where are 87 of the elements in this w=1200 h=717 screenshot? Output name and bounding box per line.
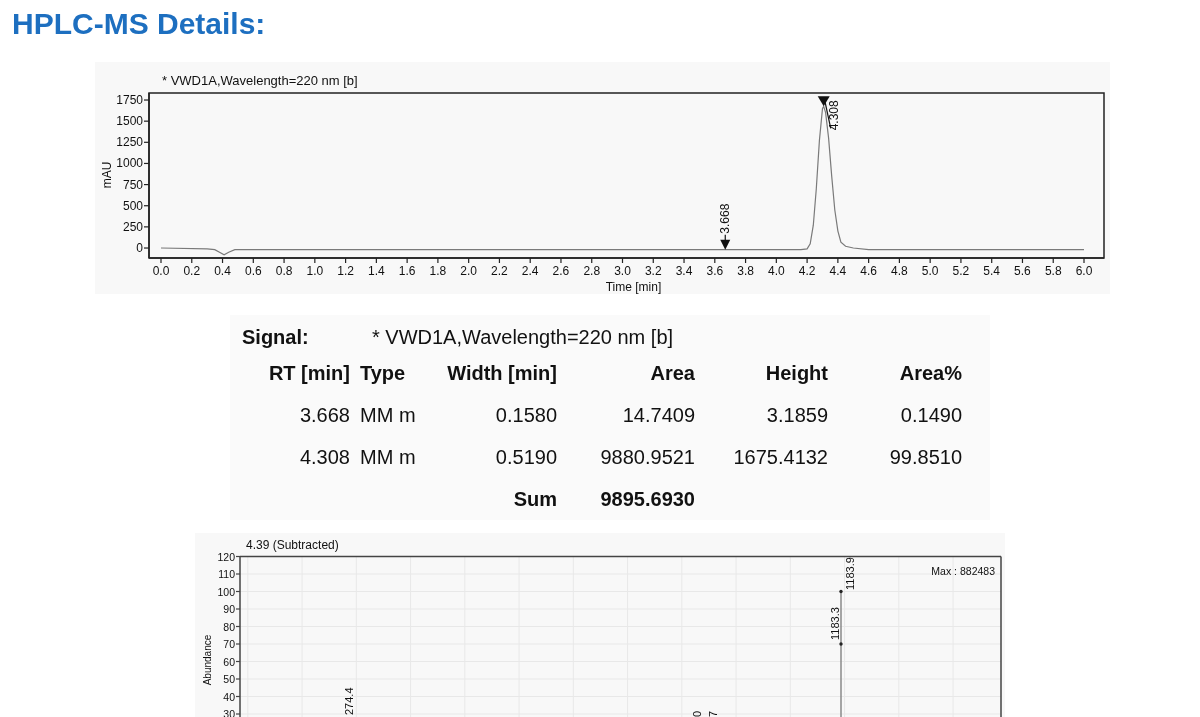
peak-label: 7 — [707, 710, 719, 717]
table-cell: 4.308 — [299, 446, 350, 468]
peak-label: 1183.9 — [844, 557, 856, 590]
x-tick-label: 5.4 — [983, 264, 1001, 278]
x-tick-label: 4.2 — [798, 264, 816, 278]
peak-label: 0 — [691, 710, 703, 717]
x-tick-label: 1.6 — [398, 264, 416, 278]
table-cell: 1675.4132 — [733, 446, 828, 468]
y-tick-label: 70 — [223, 638, 235, 650]
x-tick-label: 2.6 — [552, 264, 570, 278]
y-tick-label: 120 — [217, 550, 235, 563]
y-tick-label: 750 — [122, 177, 143, 192]
column-header: Type — [360, 362, 406, 384]
column-header: Width [min] — [447, 362, 557, 384]
y-tick-label: 1250 — [116, 135, 143, 150]
peak-marker-icon — [839, 589, 843, 594]
peak-label: 4.308 — [826, 100, 841, 131]
y-tick-label: 60 — [223, 655, 235, 668]
x-tick-label: 0.0 — [152, 264, 170, 278]
y-tick-label: 250 — [122, 219, 143, 234]
x-tick-label: 4.8 — [891, 264, 908, 278]
y-tick-label: 1500 — [116, 114, 143, 129]
x-tick-label: 0.2 — [183, 264, 201, 278]
column-header: Area% — [899, 362, 962, 384]
page-title: HPLC-MS Details: — [12, 8, 266, 40]
column-header: Height — [765, 362, 828, 384]
table-cell: 9880.9521 — [600, 446, 695, 468]
x-tick-label: 0.4 — [214, 264, 231, 278]
x-tick-label: 2.4 — [521, 264, 539, 278]
x-tick-label: 2.2 — [491, 264, 508, 278]
x-tick-label: 3.2 — [644, 264, 662, 278]
chart-title: 4.39 (Subtracted) — [246, 538, 339, 552]
x-tick-label: 3.6 — [706, 264, 724, 278]
table-cell: MM m — [360, 446, 416, 468]
peak-marker-icon — [839, 642, 843, 646]
table-cell: 0.5190 — [495, 446, 557, 468]
table-cell: 3.1859 — [766, 404, 828, 426]
y-tick-label: 0 — [136, 241, 143, 255]
y-tick-label: 80 — [223, 620, 235, 633]
y-tick-label: 100 — [217, 585, 235, 598]
x-tick-label: 3.0 — [614, 264, 631, 278]
table-cell: MM m — [360, 404, 416, 426]
column-header: Area — [650, 362, 695, 384]
x-tick-label: 5.2 — [952, 264, 970, 278]
peak-label: 274.4 — [343, 687, 355, 715]
y-tick-label: 500 — [122, 198, 143, 213]
x-tick-label: 4.6 — [860, 264, 877, 278]
x-tick-label: 1.2 — [337, 264, 354, 278]
x-tick-label: 1.8 — [429, 264, 447, 278]
x-tick-label: 3.8 — [737, 264, 754, 278]
x-tick-label: 1.4 — [368, 264, 385, 278]
peak-marker-icon — [720, 234, 731, 250]
y-tick-label: 1750 — [116, 93, 143, 107]
x-tick-label: 0.6 — [244, 264, 262, 278]
table-cell: 3.668 — [299, 404, 350, 426]
signal-value: * VWD1A,Wavelength=220 nm [b] — [372, 325, 674, 350]
peak-label: 1183.3 — [829, 607, 841, 640]
table-cell: 0.1490 — [900, 404, 962, 426]
chart-title: * VWD1A,Wavelength=220 nm [b] — [162, 72, 358, 88]
x-tick-label: 2.0 — [460, 264, 477, 278]
y-tick-label: 90 — [223, 603, 235, 615]
y-axis-label: mAU — [100, 161, 114, 189]
x-tick-label: 1.0 — [306, 264, 324, 278]
x-tick-label: 0.8 — [275, 264, 293, 278]
table-cell: 0.1580 — [495, 404, 557, 426]
y-tick-label: 40 — [223, 690, 235, 703]
table-cell: 14.7409 — [622, 404, 695, 426]
sum-value: 9895.6930 — [600, 488, 695, 510]
peak-label: 3.668 — [718, 203, 733, 234]
x-tick-label: 3.4 — [675, 264, 693, 278]
y-axis-label: Abundance — [201, 634, 213, 686]
table-cell: 99.8510 — [889, 446, 962, 468]
max-label: Max : 882483 — [931, 565, 995, 577]
x-axis-label: Time [min] — [605, 280, 662, 294]
y-tick-label: 1000 — [116, 156, 143, 171]
x-tick-label: 5.8 — [1044, 264, 1062, 278]
y-tick-label: 110 — [218, 568, 235, 580]
x-tick-label: 5.6 — [1014, 264, 1031, 278]
signal-label: Signal: — [242, 325, 310, 350]
x-tick-label: 4.0 — [768, 264, 785, 278]
y-tick-label: 50 — [223, 673, 235, 685]
x-tick-label: 6.0 — [1075, 264, 1093, 278]
x-tick-label: 4.4 — [829, 264, 847, 278]
column-header: RT [min] — [268, 362, 350, 384]
x-tick-label: 2.8 — [583, 264, 601, 278]
sum-label: Sum — [513, 488, 557, 510]
x-tick-label: 5.0 — [921, 264, 939, 278]
